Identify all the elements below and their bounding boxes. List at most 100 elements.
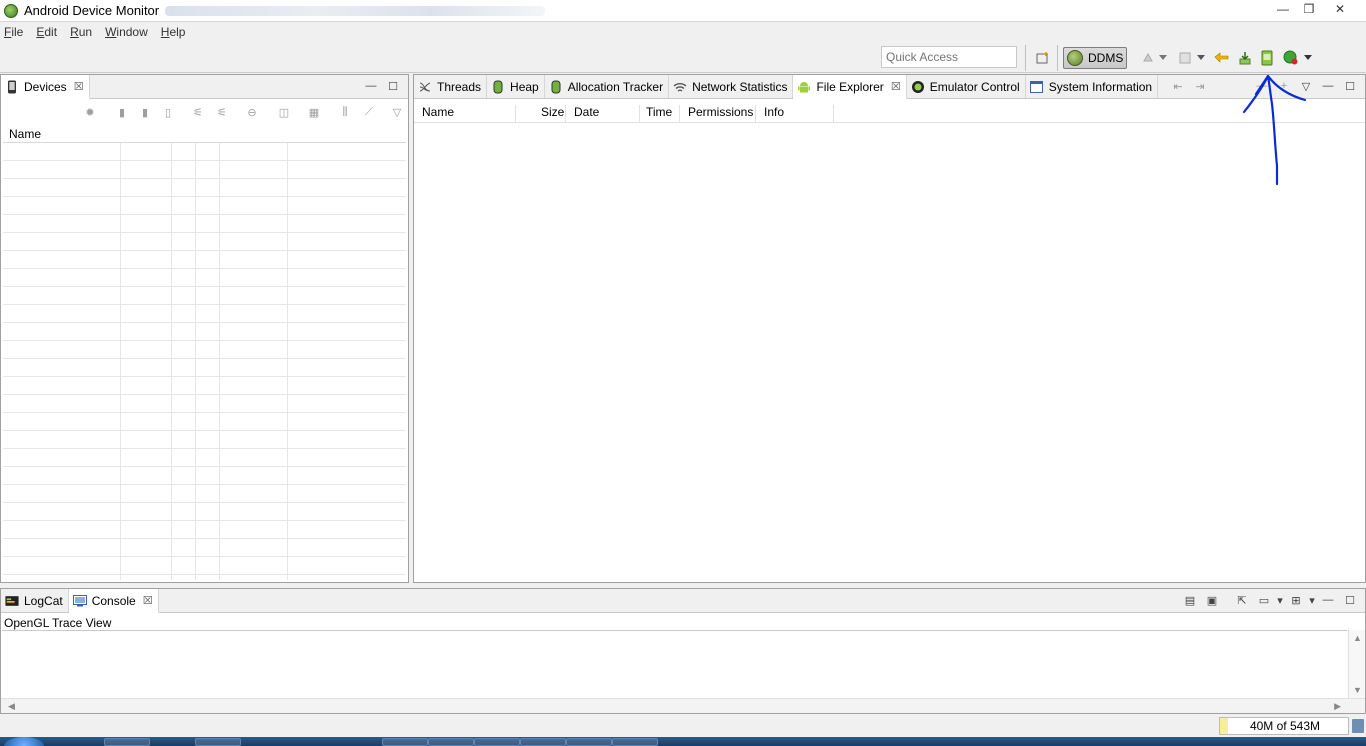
delete-file-icon[interactable]: —	[1251, 78, 1273, 94]
main-toolbar: DDMS	[0, 42, 1366, 73]
column-info[interactable]: Info	[756, 105, 834, 123]
tab-heap[interactable]: Heap	[487, 75, 545, 98]
close-icon[interactable]: ☒	[891, 80, 901, 93]
taskbar-button[interactable]	[382, 738, 428, 746]
tab-logcat[interactable]: LogCat	[1, 589, 69, 612]
network-icon	[673, 80, 687, 94]
menu-edit[interactable]: Edit	[36, 25, 57, 39]
taskbar-button[interactable]	[612, 738, 658, 746]
menu-help[interactable]: Help	[161, 25, 186, 39]
minimize-button[interactable]: —	[1270, 0, 1296, 18]
tab-heap-label: Heap	[510, 79, 539, 94]
tab-allocation-tracker[interactable]: Allocation Tracker	[545, 75, 670, 98]
taskbar-button[interactable]	[428, 738, 474, 746]
file-table-header: Name Size Date Time Permissions Info	[414, 101, 1365, 123]
back-navigate-icon[interactable]	[1214, 50, 1230, 66]
taskbar-button[interactable]	[104, 738, 150, 746]
chevron-down-icon[interactable]: ▾	[1275, 592, 1285, 608]
download-icon[interactable]	[1237, 50, 1253, 66]
column-permissions[interactable]: Permissions	[680, 105, 756, 123]
console-output[interactable]	[2, 630, 1347, 698]
view-menu-icon[interactable]: ▽	[1295, 78, 1317, 94]
menu-run[interactable]: Run	[70, 25, 92, 39]
device-screenshot-icon[interactable]	[1259, 50, 1275, 66]
push-file-icon[interactable]: ⇥	[1189, 78, 1211, 94]
chevron-down-icon[interactable]	[1158, 50, 1168, 66]
dump-view-hierarchy-icon[interactable]: ▦	[307, 105, 321, 119]
tab-network-statistics[interactable]: Network Statistics	[669, 75, 794, 98]
systrace-icon[interactable]: ⫼	[338, 105, 352, 119]
dump-hprof-icon[interactable]: ▮	[138, 105, 152, 119]
scroll-lock-icon[interactable]: ▣	[1201, 592, 1223, 608]
maximize-panel-icon[interactable]: ☐	[382, 78, 404, 94]
tab-file-explorer[interactable]: File Explorer ☒	[793, 75, 907, 99]
minimize-panel-icon[interactable]: —	[1317, 592, 1339, 608]
clear-console-icon[interactable]: ▤	[1179, 592, 1201, 608]
menu-file[interactable]: File	[4, 25, 23, 39]
view-menu-icon[interactable]: ▽	[390, 105, 404, 119]
minimize-panel-icon[interactable]: —	[1317, 78, 1339, 94]
tab-threads[interactable]: Threads	[414, 75, 488, 98]
run-config-icon[interactable]	[1177, 50, 1193, 66]
quick-access-input[interactable]	[881, 46, 1017, 68]
tab-system-information[interactable]: System Information	[1026, 75, 1159, 98]
close-button[interactable]: ✕	[1322, 0, 1358, 18]
column-size[interactable]: Size	[516, 105, 566, 123]
maximize-panel-icon[interactable]: ☐	[1339, 592, 1361, 608]
opengl-trace-icon[interactable]: ⟋	[362, 105, 376, 119]
file-tree-area[interactable]	[414, 124, 1365, 582]
column-divider	[120, 143, 121, 580]
emulator-launch-icon[interactable]	[1283, 50, 1299, 66]
ddms-perspective-button[interactable]: DDMS	[1063, 47, 1127, 69]
close-icon[interactable]: ☒	[74, 80, 84, 93]
update-threads-icon[interactable]: ⚟	[191, 105, 205, 119]
vertical-scrollbar[interactable]: ▲ ▼	[1348, 630, 1365, 698]
tab-emulator-control[interactable]: Emulator Control	[907, 75, 1026, 98]
taskbar-button[interactable]	[474, 738, 520, 746]
close-icon[interactable]: ☒	[143, 594, 153, 607]
start-button-icon[interactable]	[4, 737, 44, 746]
column-name[interactable]: Name	[414, 105, 516, 123]
name-column-header[interactable]: Name	[9, 127, 41, 141]
screen-capture-icon[interactable]: ◫	[277, 105, 291, 119]
column-time[interactable]: Time	[640, 105, 680, 123]
new-folder-icon[interactable]: +	[1273, 78, 1295, 94]
column-date[interactable]: Date	[566, 105, 640, 123]
scroll-left-icon[interactable]: ◀	[8, 701, 15, 712]
chevron-down-icon[interactable]	[1303, 50, 1313, 66]
scroll-right-icon[interactable]: ▶	[1334, 701, 1341, 712]
devices-table-rows[interactable]	[3, 143, 406, 580]
maximize-panel-icon[interactable]: ☐	[1339, 78, 1361, 94]
update-heap-icon[interactable]: ▮	[115, 105, 129, 119]
tab-devices[interactable]: Devices ☒	[1, 75, 90, 99]
taskbar-button[interactable]	[566, 738, 612, 746]
maximize-button[interactable]: ❐	[1296, 0, 1322, 18]
debug-icon[interactable]	[1140, 50, 1156, 66]
main-tab-bar: Threads Heap Allocation Tracker Network …	[414, 75, 1365, 99]
toolbar-separator	[1057, 45, 1058, 71]
taskbar-button[interactable]	[520, 738, 566, 746]
open-perspective-icon[interactable]	[1035, 50, 1051, 66]
tab-console[interactable]: Console ☒	[68, 589, 159, 613]
display-console-icon[interactable]: ▭	[1253, 592, 1275, 608]
scroll-up-icon[interactable]: ▲	[1353, 633, 1362, 643]
horizontal-scrollbar[interactable]: ◀ ▶	[1, 698, 1365, 713]
chevron-down-icon[interactable]	[1196, 50, 1206, 66]
menu-window[interactable]: Window	[105, 25, 148, 39]
method-profiling-icon[interactable]: ⚟	[215, 105, 229, 119]
cause-gc-icon[interactable]: ▯	[161, 105, 175, 119]
heap-icon	[491, 80, 505, 94]
scroll-down-icon[interactable]: ▼	[1353, 685, 1362, 695]
heap-status[interactable]: 40M of 543M	[1219, 717, 1349, 735]
debug-process-icon[interactable]: ✹	[83, 105, 97, 119]
minimize-panel-icon[interactable]: —	[360, 78, 382, 94]
devices-toolbar: ✹ ▮ ▮ ▯ ⚟ ⚟ ⊖ ◫ ▦ ⫼ ⟋ ▽	[1, 101, 408, 123]
pin-console-icon[interactable]: ⇱	[1231, 592, 1253, 608]
tab-console-label: Console	[91, 593, 136, 608]
run-gc-trash-icon[interactable]	[1352, 719, 1364, 733]
stop-process-icon[interactable]: ⊖	[245, 105, 259, 119]
chevron-down-icon[interactable]: ▾	[1307, 592, 1317, 608]
taskbar-button[interactable]	[195, 738, 241, 746]
pull-file-icon[interactable]: ⇤	[1167, 78, 1189, 94]
open-console-icon[interactable]: ⊞	[1285, 592, 1307, 608]
